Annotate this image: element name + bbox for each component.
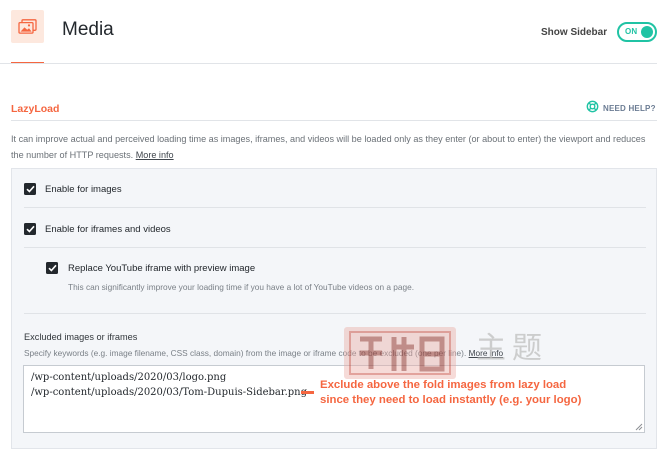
need-help-link[interactable]: NEED HELP? xyxy=(586,100,656,118)
page-header: Media Show Sidebar ON xyxy=(0,0,663,64)
enable-iframes-label: Enable for iframes and videos xyxy=(45,224,171,235)
checkmark-icon xyxy=(47,264,57,272)
annotation-line-2: since they need to load instantly (e.g. … xyxy=(320,394,582,406)
toggle-knob xyxy=(641,26,653,38)
excluded-field-title: Excluded images or iframes xyxy=(24,332,138,342)
show-sidebar-toggle[interactable]: ON xyxy=(617,22,657,42)
option-divider xyxy=(24,313,646,314)
section-description-text: It can improve actual and perceived load… xyxy=(11,134,646,160)
header-divider xyxy=(0,63,657,64)
checkmark-icon xyxy=(25,185,35,193)
option-divider xyxy=(24,247,646,248)
annotation-line-1: Exclude above the fold images from lazy … xyxy=(320,379,567,391)
youtube-preview-checkbox[interactable] xyxy=(46,262,58,274)
toggle-state-text: ON xyxy=(625,27,638,36)
show-sidebar-label: Show Sidebar xyxy=(541,27,608,38)
enable-images-label: Enable for images xyxy=(45,184,122,195)
need-help-label: NEED HELP? xyxy=(603,104,656,113)
page-title: Media xyxy=(62,19,114,40)
section-description: It can improve actual and perceived load… xyxy=(11,131,659,163)
section-title: LazyLoad xyxy=(11,103,60,115)
annotation-arrow xyxy=(301,391,314,394)
more-info-link[interactable]: More info xyxy=(136,150,174,160)
youtube-preview-label: Replace YouTube iframe with preview imag… xyxy=(68,263,256,274)
checkmark-icon xyxy=(25,225,35,233)
watermark-text: 主题 xyxy=(476,331,548,366)
section-divider xyxy=(11,120,657,121)
lifebuoy-icon xyxy=(586,100,599,118)
enable-images-checkbox[interactable] xyxy=(24,183,36,195)
youtube-preview-description: This can significantly improve your load… xyxy=(68,282,415,292)
option-divider xyxy=(24,207,646,208)
media-images-icon xyxy=(11,10,44,43)
annotation-callout: Exclude above the fold images from lazy … xyxy=(320,378,581,408)
watermark-seal xyxy=(342,323,460,383)
resize-grip-icon[interactable] xyxy=(635,423,643,431)
enable-iframes-checkbox[interactable] xyxy=(24,223,36,235)
